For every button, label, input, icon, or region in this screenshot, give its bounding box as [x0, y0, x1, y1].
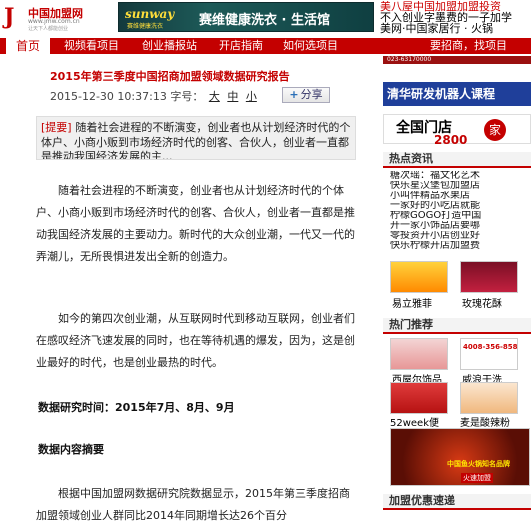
- hot-news-item[interactable]: 糖次瑶：福文化艺术: [390, 171, 530, 181]
- summary-text: 随着社会进程的不断演变，创业者也从计划经济时代的个体户、小商小贩到市场经济时代的…: [41, 121, 351, 160]
- sidebar-ad-image[interactable]: [460, 382, 518, 414]
- stores-ad[interactable]: 全国门店 2800 家: [383, 114, 531, 147]
- summary-tag: [提要]: [41, 121, 72, 134]
- sidebar-ad-image[interactable]: [390, 261, 448, 293]
- hot-news-item[interactable]: 快乐柠檬开店加盟费: [390, 241, 530, 251]
- sidebar-ad-caption[interactable]: 麦是酸辣粉: [460, 414, 510, 429]
- logo-slogan: 让天下人都能创业: [28, 26, 69, 32]
- sidebar-top-strip[interactable]: 023-63170000: [383, 56, 531, 64]
- font-size-medium[interactable]: 中: [227, 90, 238, 103]
- article-paragraph: 如今的第四次创业潮，从互联网时代到移动互联网，创业者们在感叹经济飞速发展的同时，…: [36, 312, 355, 369]
- article-meta: 2015-12-30 10:37:13 字号： 大 中 小: [50, 88, 259, 104]
- hot-news-item[interactable]: 一家好的小吃店就能: [390, 201, 530, 211]
- top-right-ad-links[interactable]: 美八屋中国加盟加盟投资 不入创业字墨费的一子加学 美网·中国家居行 · 火锅: [380, 1, 531, 35]
- recommend-title: 热门推荐: [383, 318, 531, 334]
- top-ad-link[interactable]: 美网·中国家居行 · 火锅: [380, 23, 531, 34]
- nav-video-projects[interactable]: 视频看项目: [64, 38, 119, 54]
- banner-brand-cn: 赛维健康洗衣: [127, 23, 164, 30]
- logo-mark-icon: J: [4, 4, 15, 30]
- logo-url: www.jmw.com.cn: [28, 18, 80, 25]
- hot-news-item[interactable]: 开一家小饰品店要哪: [390, 221, 530, 231]
- sidebar: 023-63170000 清华研发机器人课程 全国门店 2800 家 热点资讯 …: [380, 56, 531, 521]
- robot-course-ad[interactable]: 清华研发机器人课程: [383, 82, 531, 106]
- share-button[interactable]: + 分享: [282, 87, 330, 103]
- hotpot-join-button[interactable]: 火速加盟: [461, 473, 493, 483]
- font-size-small[interactable]: 小: [246, 90, 257, 103]
- promo-title: 加盟优惠速递: [383, 494, 531, 510]
- sidebar-ad-image[interactable]: [390, 382, 448, 414]
- hot-news-item[interactable]: 小叫伴精品水果店: [390, 191, 530, 201]
- font-size-label: 字号：: [170, 90, 204, 103]
- site-header: J 中国加盟网 www.jmw.com.cn 让天下人都能创业 sunway 赛…: [0, 0, 531, 38]
- sidebar-ad-image[interactable]: 4008-356-858: [460, 338, 518, 370]
- ad-phone-number: 4008-356-858: [463, 343, 518, 351]
- sidebar-ad-caption[interactable]: 52week便: [390, 414, 439, 429]
- plus-icon: +: [289, 88, 299, 101]
- site-logo[interactable]: J 中国加盟网 www.jmw.com.cn 让天下人都能创业: [4, 3, 114, 33]
- article-date: 2015-12-30 10:37:13: [50, 90, 167, 103]
- research-time-heading: 数据研究时间：2015年7月、8月、9月: [38, 401, 235, 414]
- content-summary-heading: 数据内容摘要: [38, 443, 104, 456]
- font-size-large[interactable]: 大: [209, 90, 220, 103]
- hotpot-text: 中国鱼火锅知名品牌: [447, 460, 510, 468]
- article-summary: [提要] 随着社会进程的不断演变，创业者也从计划经济时代的个体户、小商小贩到市场…: [36, 116, 356, 160]
- article-paragraph: 根据中国加盟网数据研究院数据显示，2015年第三季度招商加盟领域创业人群同比20…: [36, 487, 350, 521]
- article-column: 2015年第三季度中国招商加盟领域数据研究报告 2015-12-30 10:37…: [0, 56, 380, 521]
- nav-choose-project[interactable]: 如何选项目: [283, 38, 338, 54]
- banner-brand: sunway: [125, 7, 175, 21]
- stores-badge: 家: [484, 119, 506, 141]
- hot-news-list: 糖次瑶：福文化艺术 快乐星汉堡包加盟店 小叫伴精品水果店 一家好的小吃店就能 柠…: [390, 171, 530, 251]
- top-banner-ad[interactable]: sunway 赛维健康洗衣 赛维健康洗衣 · 生活馆: [118, 2, 374, 32]
- hot-news-item[interactable]: 柠檬GOGO打造中国: [390, 211, 530, 221]
- sidebar-ad-image[interactable]: [460, 261, 518, 293]
- hotpot-banner-ad[interactable]: 中国鱼火锅知名品牌 火速加盟: [390, 428, 530, 486]
- sidebar-ad-image[interactable]: [390, 338, 448, 370]
- stores-count: 2800: [434, 133, 468, 147]
- hot-news-title: 热点资讯: [383, 152, 531, 168]
- sidebar-ad-caption[interactable]: 玫瑰花酥: [462, 295, 502, 310]
- hot-news-item[interactable]: 零投资开小店创业好: [390, 231, 530, 241]
- share-label: 分享: [300, 88, 323, 101]
- sidebar-ad-caption[interactable]: 易立雅菲: [392, 295, 432, 310]
- article-paragraph: 随着社会进程的不断演变，创业者也从计划经济时代的个体户、小商小贩到市场经济时代的…: [36, 184, 355, 263]
- nav-home[interactable]: 首页: [6, 38, 50, 54]
- banner-text: 赛维健康洗衣 · 生活馆: [199, 13, 330, 28]
- nav-store-guide[interactable]: 开店指南: [219, 38, 263, 54]
- hot-news-item[interactable]: 快乐星汉堡包加盟店: [390, 181, 530, 191]
- nav-startup-news[interactable]: 创业播报站: [142, 38, 197, 54]
- main-nav: 首页 视频看项目 创业播报站 开店指南 如何选项目 要招商，找项目: [0, 38, 531, 54]
- nav-find-project[interactable]: 要招商，找项目: [430, 38, 507, 54]
- article-title: 2015年第三季度中国招商加盟领域数据研究报告: [50, 70, 290, 83]
